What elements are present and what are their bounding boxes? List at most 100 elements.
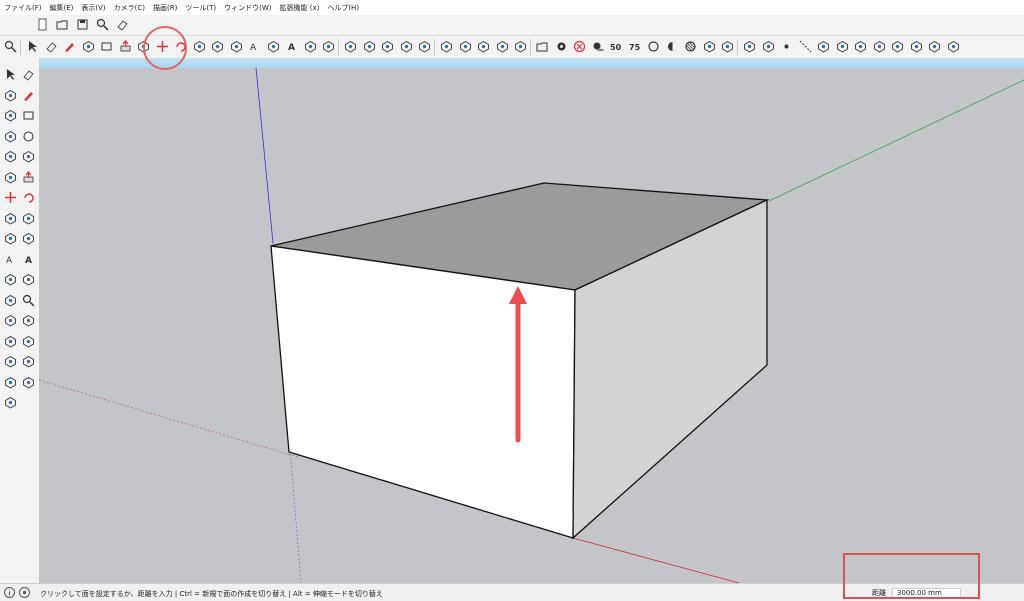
- back-icon[interactable]: [891, 40, 904, 53]
- blue-axis: [255, 68, 274, 244]
- component-icon[interactable]: [22, 376, 35, 389]
- eraser-icon[interactable]: [116, 18, 129, 31]
- fog-50-icon[interactable]: 50: [610, 40, 623, 53]
- menu-edit[interactable]: 編集(E): [46, 3, 78, 13]
- pencil-icon[interactable]: [63, 40, 76, 53]
- camera-position-icon[interactable]: [459, 40, 472, 53]
- orbit-icon[interactable]: [22, 273, 35, 286]
- upload-icon[interactable]: [743, 40, 756, 53]
- paint-icon[interactable]: [4, 89, 17, 102]
- materials-icon[interactable]: [418, 40, 431, 53]
- rotated-rect-icon[interactable]: [4, 130, 17, 143]
- fog-75-icon[interactable]: 75: [629, 40, 642, 53]
- polygon-icon[interactable]: [4, 150, 17, 163]
- eraser-icon[interactable]: [22, 68, 35, 81]
- offset-icon[interactable]: [4, 232, 17, 245]
- tape-icon[interactable]: [230, 40, 243, 53]
- top-icon[interactable]: [836, 40, 849, 53]
- menu-file[interactable]: ファイル(F): [0, 3, 46, 13]
- components-icon[interactable]: [400, 40, 413, 53]
- arc-icon[interactable]: [22, 150, 35, 163]
- section-fill-icon[interactable]: [4, 376, 17, 389]
- pan-icon[interactable]: [322, 40, 335, 53]
- download-icon[interactable]: [762, 40, 775, 53]
- pie-icon[interactable]: [4, 171, 17, 184]
- iso-icon[interactable]: [817, 40, 830, 53]
- guide-icon[interactable]: [799, 40, 812, 53]
- scale-icon[interactable]: [193, 40, 206, 53]
- rectangle-icon[interactable]: [22, 109, 35, 122]
- menu-draw[interactable]: 描画(R): [149, 3, 181, 13]
- look-around-icon[interactable]: [496, 40, 509, 53]
- dot-icon[interactable]: [780, 40, 793, 53]
- zoom-window-icon[interactable]: [4, 314, 17, 327]
- protractor-icon[interactable]: [267, 40, 280, 53]
- offset-icon[interactable]: [211, 40, 224, 53]
- zoom-icon[interactable]: [22, 294, 35, 307]
- dimension-icon[interactable]: A: [248, 40, 261, 53]
- box-front-face[interactable]: [270, 245, 576, 539]
- walk-icon[interactable]: [477, 40, 490, 53]
- dimension-icon[interactable]: A: [4, 253, 17, 266]
- arc-icon[interactable]: [82, 40, 95, 53]
- text-icon[interactable]: A: [285, 40, 298, 53]
- pan-icon[interactable]: [4, 294, 17, 307]
- move-icon[interactable]: [4, 191, 17, 204]
- menu-camera[interactable]: カメラ(C): [110, 3, 149, 13]
- tape-icon[interactable]: [22, 232, 35, 245]
- xray-icon[interactable]: [647, 40, 660, 53]
- search-icon[interactable]: [96, 18, 109, 31]
- close-icon[interactable]: [573, 40, 586, 53]
- freehand-icon[interactable]: [4, 109, 17, 122]
- share-icon[interactable]: [721, 40, 734, 53]
- section-icon[interactable]: [22, 355, 35, 368]
- styles-icon[interactable]: [440, 40, 453, 53]
- left-icon[interactable]: [910, 40, 923, 53]
- cloud-upload-icon[interactable]: [928, 40, 941, 53]
- open-folder-icon[interactable]: [536, 40, 549, 53]
- look-icon[interactable]: [4, 355, 17, 368]
- scale-icon[interactable]: [22, 212, 35, 225]
- menu-window[interactable]: ウィンドウ(W): [220, 3, 275, 13]
- model-viewport[interactable]: [39, 68, 1024, 583]
- info-icon[interactable]: [3, 586, 16, 599]
- right-icon[interactable]: [873, 40, 886, 53]
- rotate-icon[interactable]: [22, 191, 35, 204]
- line-icon[interactable]: [22, 89, 35, 102]
- orbit-icon[interactable]: [304, 40, 317, 53]
- front-icon[interactable]: [854, 40, 867, 53]
- follow-me-icon[interactable]: [4, 212, 17, 225]
- zoom-extents-icon[interactable]: [363, 40, 376, 53]
- axes-icon[interactable]: [4, 273, 17, 286]
- help-icon[interactable]: [18, 586, 31, 599]
- menu-view[interactable]: 表示(V): [77, 3, 109, 13]
- zoom-icon[interactable]: [4, 40, 17, 53]
- walk-icon[interactable]: [22, 335, 35, 348]
- save-icon[interactable]: [76, 18, 89, 31]
- rectangle-icon[interactable]: [100, 40, 113, 53]
- text-icon[interactable]: A: [22, 253, 35, 266]
- push-pull-icon[interactable]: [22, 170, 35, 184]
- select-icon[interactable]: [26, 40, 39, 53]
- eraser-icon[interactable]: [45, 40, 58, 53]
- hidden-line-icon[interactable]: [684, 40, 697, 53]
- open-folder-icon[interactable]: [56, 18, 69, 31]
- new-file-icon[interactable]: [36, 18, 49, 31]
- previous-icon[interactable]: [4, 335, 17, 348]
- zoom-extents-icon[interactable]: [22, 314, 35, 327]
- menu-tools[interactable]: ツール(T): [181, 3, 220, 13]
- settings-icon[interactable]: [555, 40, 568, 53]
- add-location-icon[interactable]: [381, 40, 394, 53]
- circle-icon[interactable]: [22, 130, 35, 143]
- shadows-icon[interactable]: [592, 40, 605, 53]
- menu-extensions[interactable]: 拡張機能 (x): [275, 3, 323, 13]
- material-icon[interactable]: [4, 396, 17, 409]
- cloud-download-icon[interactable]: [947, 40, 960, 53]
- monochrome-icon[interactable]: [703, 40, 716, 53]
- wireframe-icon[interactable]: [666, 40, 679, 53]
- select-icon[interactable]: [4, 68, 17, 81]
- push-pull-icon[interactable]: [119, 40, 132, 53]
- zoom-window-icon[interactable]: [344, 40, 357, 53]
- section-icon[interactable]: [514, 40, 527, 53]
- menu-help[interactable]: ヘルプ(H): [323, 3, 363, 13]
